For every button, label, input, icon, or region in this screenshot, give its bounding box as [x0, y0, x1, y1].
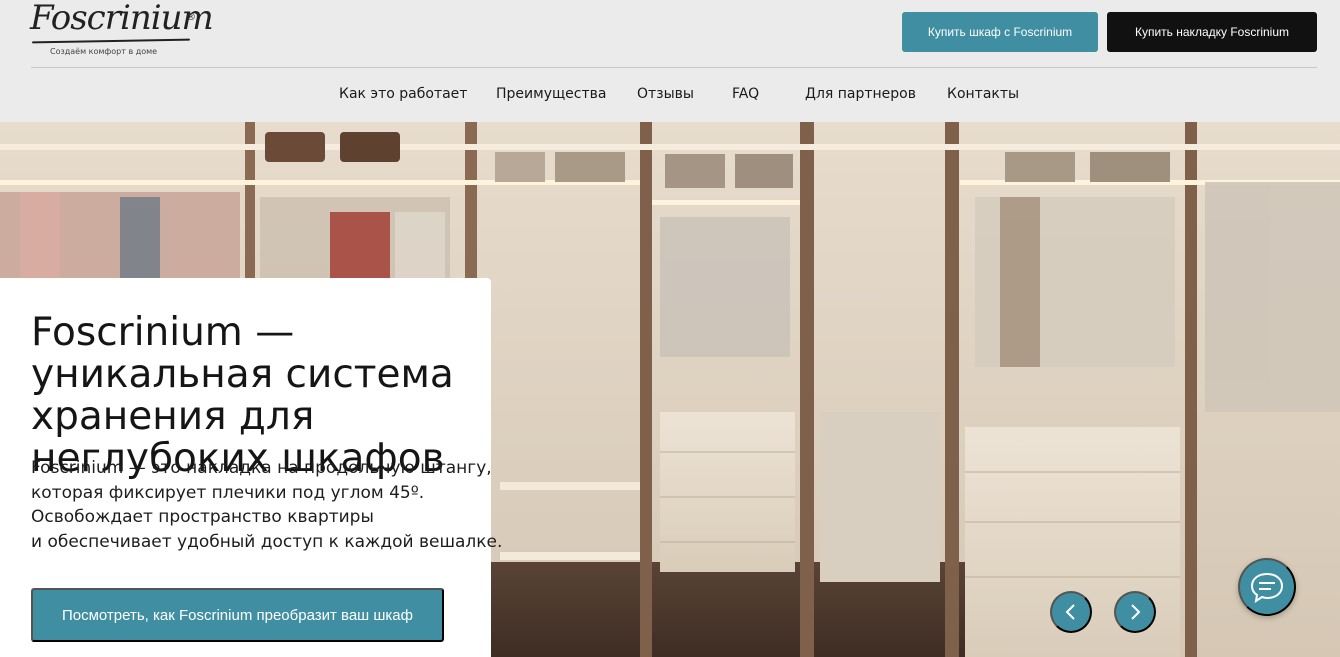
slider-prev-button[interactable]	[1050, 591, 1092, 633]
hero-description: Foscrinium — это накладка на продольную …	[31, 456, 503, 554]
hero-description-line: которая фиксирует плечики под углом 45º.	[31, 482, 425, 503]
main-nav: Как это работает Преимущества Отзывы FAQ…	[0, 86, 1340, 106]
hero-description-line: Освобождает пространство квартиры	[31, 507, 374, 527]
logo-tagline: Создаём комфорт в доме	[50, 47, 158, 56]
nav-item-partners[interactable]: Для партнеров	[805, 86, 916, 102]
nav-item-contacts[interactable]: Контакты	[947, 86, 1019, 102]
chat-bubble-icon	[1250, 572, 1284, 603]
logo[interactable]: Foscrinium ® Создаём комфорт в доме	[30, 0, 214, 60]
hero-title: Foscrinium — уникальная система хранения…	[31, 310, 454, 481]
hero-card: Foscrinium — уникальная система хранения…	[0, 278, 503, 657]
chevron-left-icon	[1065, 604, 1075, 620]
hero-description-line: Foscrinium — это накладка на продольную …	[31, 458, 492, 478]
logo-swash	[31, 38, 191, 44]
slider-next-button[interactable]	[1114, 591, 1156, 633]
buy-overlay-button[interactable]: Купить накладку Foscrinium	[1107, 12, 1317, 52]
buy-wardrobe-button[interactable]: Купить шкаф с Foscrinium	[902, 12, 1098, 52]
nav-item-how-it-works[interactable]: Как это работает	[339, 86, 467, 102]
hero-description-line: и обеспечивает удобный доступ к каждой в…	[31, 531, 503, 552]
hero-cta-button[interactable]: Посмотреть, как Foscrinium преобразит ва…	[31, 588, 444, 642]
logo-registered-mark: ®	[186, 12, 196, 23]
nav-item-advantages[interactable]: Преимущества	[496, 86, 606, 102]
nav-item-reviews[interactable]: Отзывы	[637, 86, 694, 102]
chevron-right-icon	[1131, 604, 1141, 620]
nav-item-faq[interactable]: FAQ	[732, 86, 759, 102]
header-divider	[31, 67, 1317, 68]
site-header: Foscrinium ® Создаём комфорт в доме Купи…	[0, 0, 1340, 122]
chat-button[interactable]	[1238, 558, 1296, 616]
